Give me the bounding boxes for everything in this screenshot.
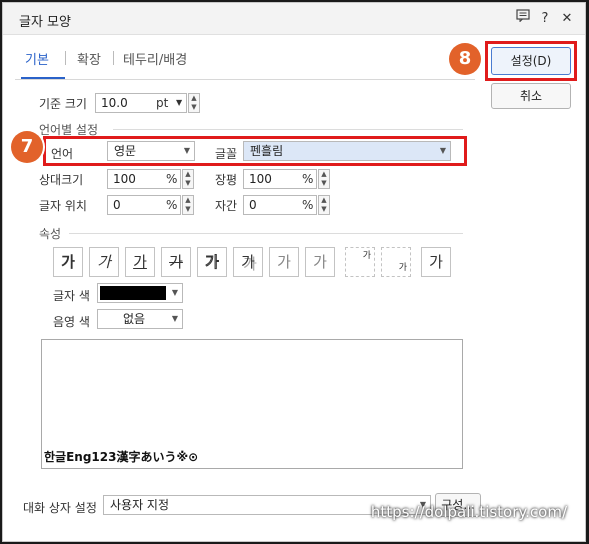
percent-unit: % bbox=[166, 172, 178, 186]
tab-extended[interactable]: 확장 bbox=[77, 49, 101, 68]
step-badge-7: 7 bbox=[11, 131, 43, 163]
language-value: 영문 bbox=[114, 144, 137, 158]
tab-divider bbox=[65, 51, 66, 65]
normal-button[interactable]: 가 bbox=[421, 247, 451, 277]
char-shape-dialog: 글자 모양 ? ✕ 기본 확장 테두리/배경 설정(D) 취소 8 기준 크기 … bbox=[2, 2, 586, 542]
spin-down-icon[interactable]: ▼ bbox=[189, 103, 199, 112]
spin-up-icon[interactable]: ▲ bbox=[319, 196, 329, 205]
section-divider bbox=[69, 233, 463, 234]
shade-color-value: 없음 bbox=[122, 312, 146, 326]
bold-button[interactable]: 가 bbox=[53, 247, 83, 277]
base-size-label: 기준 크기 bbox=[39, 97, 87, 111]
text-color-label: 글자 색 bbox=[53, 289, 90, 303]
spin-down-icon[interactable]: ▼ bbox=[319, 205, 329, 214]
text-color-select[interactable]: ▼ bbox=[97, 283, 183, 303]
superscript-glyph: 가 bbox=[362, 251, 371, 261]
percent-unit: % bbox=[302, 172, 314, 186]
title-bar: 글자 모양 ? ✕ bbox=[3, 3, 585, 35]
text-color-swatch bbox=[100, 286, 166, 300]
font-label: 글꼴 bbox=[215, 147, 238, 161]
cancel-button[interactable]: 취소 bbox=[491, 83, 571, 109]
settings-button[interactable]: 설정(D) bbox=[491, 47, 571, 75]
underline-button[interactable]: 가 bbox=[125, 247, 155, 277]
spin-down-icon[interactable]: ▼ bbox=[183, 205, 193, 214]
chevron-down-icon: ▼ bbox=[171, 288, 178, 297]
char-position-spinner[interactable]: ▲ ▼ bbox=[182, 195, 194, 215]
spin-up-icon[interactable]: ▲ bbox=[319, 170, 329, 179]
spacing-input[interactable]: 0 % bbox=[243, 195, 317, 215]
watermark-text: https://dolpali.tistory.com/ bbox=[370, 503, 567, 521]
width-spinner[interactable]: ▲ ▼ bbox=[318, 169, 330, 189]
help-button[interactable]: ? bbox=[535, 9, 555, 29]
base-size-value: 10.0 bbox=[101, 96, 128, 110]
percent-unit: % bbox=[166, 198, 178, 212]
preview-text: 한글Eng123漢字あいう※⊙ bbox=[44, 450, 199, 464]
char-position-input[interactable]: 0 % bbox=[107, 195, 181, 215]
width-input[interactable]: 100 % bbox=[243, 169, 317, 189]
font-select[interactable]: 펜흘림 ▼ bbox=[243, 141, 451, 161]
shade-color-select[interactable]: 없음 ▼ bbox=[97, 309, 183, 329]
width-label: 장평 bbox=[215, 173, 238, 187]
strikethrough-button[interactable]: 가 bbox=[161, 247, 191, 277]
width-value: 100 bbox=[249, 172, 272, 186]
spin-up-icon[interactable]: ▲ bbox=[183, 170, 193, 179]
relative-size-spinner[interactable]: ▲ ▼ bbox=[182, 169, 194, 189]
subscript-glyph: 가 bbox=[398, 263, 407, 273]
dialog-settings-value: 사용자 지정 bbox=[110, 498, 170, 512]
relative-size-label: 상대크기 bbox=[39, 173, 84, 187]
chevron-down-icon: ▼ bbox=[171, 314, 178, 323]
subscript-button[interactable]: 가 bbox=[381, 247, 411, 277]
spin-up-icon[interactable]: ▲ bbox=[183, 196, 193, 205]
shade-color-label: 음영 색 bbox=[53, 315, 90, 329]
spin-down-icon[interactable]: ▼ bbox=[319, 179, 329, 188]
char-position-label: 글자 위치 bbox=[39, 199, 87, 213]
step-badge-8: 8 bbox=[449, 43, 481, 75]
emboss-button[interactable]: 가 bbox=[269, 247, 299, 277]
dialog-title: 글자 모양 bbox=[19, 15, 71, 30]
relative-size-value: 100 bbox=[113, 172, 136, 186]
chevron-down-icon[interactable]: ▼ bbox=[176, 94, 182, 112]
spin-up-icon[interactable]: ▲ bbox=[189, 94, 199, 103]
italic-button[interactable]: 가 bbox=[89, 247, 119, 277]
attributes-section-label: 속성 bbox=[39, 227, 62, 241]
chevron-down-icon: ▼ bbox=[183, 146, 190, 155]
spin-down-icon[interactable]: ▼ bbox=[183, 179, 193, 188]
close-button[interactable]: ✕ bbox=[557, 9, 577, 29]
dialog-settings-label: 대화 상자 설정 bbox=[23, 501, 97, 515]
chat-icon[interactable] bbox=[513, 9, 533, 29]
language-select[interactable]: 영문 ▼ bbox=[107, 141, 195, 161]
relative-size-input[interactable]: 100 % bbox=[107, 169, 181, 189]
spacing-spinner[interactable]: ▲ ▼ bbox=[318, 195, 330, 215]
base-size-unit: pt bbox=[156, 96, 169, 110]
outline-button[interactable]: 가 bbox=[197, 247, 227, 277]
spacing-label: 자간 bbox=[215, 199, 238, 213]
font-value: 펜흘림 bbox=[250, 144, 284, 158]
superscript-button[interactable]: 가 bbox=[345, 247, 375, 277]
chevron-down-icon: ▼ bbox=[439, 146, 446, 155]
base-size-input[interactable]: 10.0 pt ▼ bbox=[95, 93, 187, 113]
section-divider bbox=[113, 129, 463, 130]
engrave-button[interactable]: 가 bbox=[305, 247, 335, 277]
char-position-value: 0 bbox=[113, 198, 121, 212]
tab-border-background[interactable]: 테두리/배경 bbox=[123, 49, 187, 68]
percent-unit: % bbox=[302, 198, 314, 212]
base-size-spinner[interactable]: ▲ ▼ bbox=[188, 93, 200, 113]
tabs-divider bbox=[15, 79, 475, 80]
shadow-button[interactable]: 가 bbox=[233, 247, 263, 277]
language-label: 언어 bbox=[51, 147, 74, 161]
preview-box: 한글Eng123漢字あいう※⊙ bbox=[41, 339, 463, 469]
spacing-value: 0 bbox=[249, 198, 257, 212]
tab-basic[interactable]: 기본 bbox=[25, 49, 49, 68]
tab-divider bbox=[113, 51, 114, 65]
